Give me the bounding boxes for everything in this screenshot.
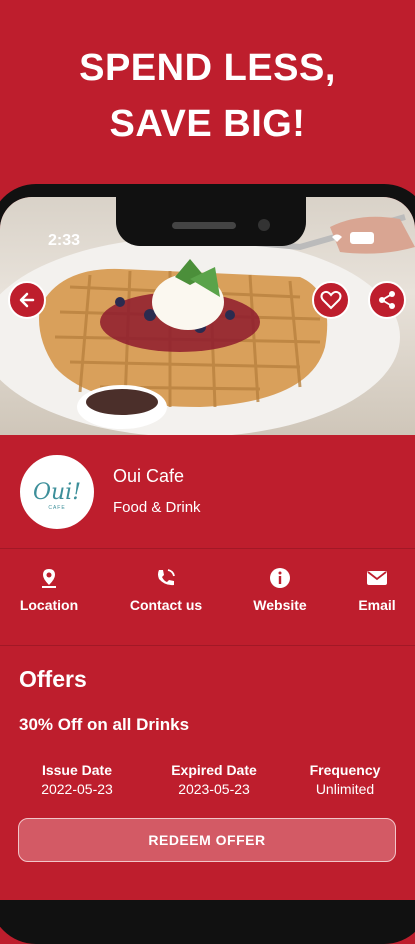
phone-icon — [158, 569, 175, 586]
promo-line-2: SAVE BIG! — [109, 103, 306, 145]
divider — [0, 548, 415, 549]
frequency-label: Frequency — [309, 762, 381, 778]
share-button[interactable] — [368, 281, 406, 319]
action-contact-label: Contact us — [129, 597, 203, 613]
issue-date-label: Issue Date — [41, 762, 113, 778]
share-icon — [379, 291, 395, 309]
info-icon — [270, 568, 290, 588]
redeem-offer-label: REDEEM OFFER — [148, 832, 266, 848]
email-icon — [367, 571, 387, 585]
business-category: Food & Drink — [113, 499, 201, 516]
action-email[interactable]: Email — [322, 567, 415, 613]
heart-icon — [320, 290, 342, 310]
back-button[interactable] — [8, 281, 46, 319]
action-location[interactable]: Location — [0, 567, 104, 613]
arrow-left-icon — [19, 292, 35, 308]
promo-headline: SPEND LESS, SAVE BIG! — [0, 40, 415, 152]
action-website[interactable]: Website — [225, 567, 335, 613]
logo-wordmark: Oui! — [32, 479, 82, 505]
offer-expired-date: Expired Date 2023-05-23 — [144, 761, 284, 799]
wifi-icon — [332, 234, 342, 242]
frequency-value: Unlimited — [315, 781, 375, 797]
action-location-label: Location — [19, 597, 79, 613]
status-time: 2:33 — [48, 232, 81, 249]
phone-camera — [258, 219, 270, 231]
promo-line-1: SPEND LESS, — [79, 47, 336, 89]
business-name: Oui Cafe — [113, 466, 185, 486]
action-contact[interactable]: Contact us — [111, 567, 221, 613]
offer-frequency: Frequency Unlimited — [275, 761, 415, 799]
phone-speaker — [172, 222, 236, 229]
phone-notch — [116, 184, 306, 246]
expired-date-value: 2023-05-23 — [178, 781, 250, 797]
favorite-button[interactable] — [312, 281, 350, 319]
battery-icon — [350, 232, 374, 244]
offer-name: 30% Off on all Drinks — [19, 715, 190, 734]
location-pin-icon — [42, 569, 56, 588]
business-logo: Oui! CAFE — [18, 453, 96, 531]
action-email-label: Email — [358, 597, 396, 613]
status-icons — [330, 232, 374, 244]
offers-title: Offers — [19, 666, 87, 692]
offer-issue-date: Issue Date 2022-05-23 — [7, 761, 147, 799]
divider — [0, 645, 415, 646]
action-website-label: Website — [253, 597, 307, 613]
logo-subtext: CAFE — [48, 505, 66, 511]
redeem-offer-button[interactable]: REDEEM OFFER — [18, 818, 396, 862]
expired-date-label: Expired Date — [171, 762, 257, 778]
issue-date-value: 2022-05-23 — [41, 781, 113, 797]
